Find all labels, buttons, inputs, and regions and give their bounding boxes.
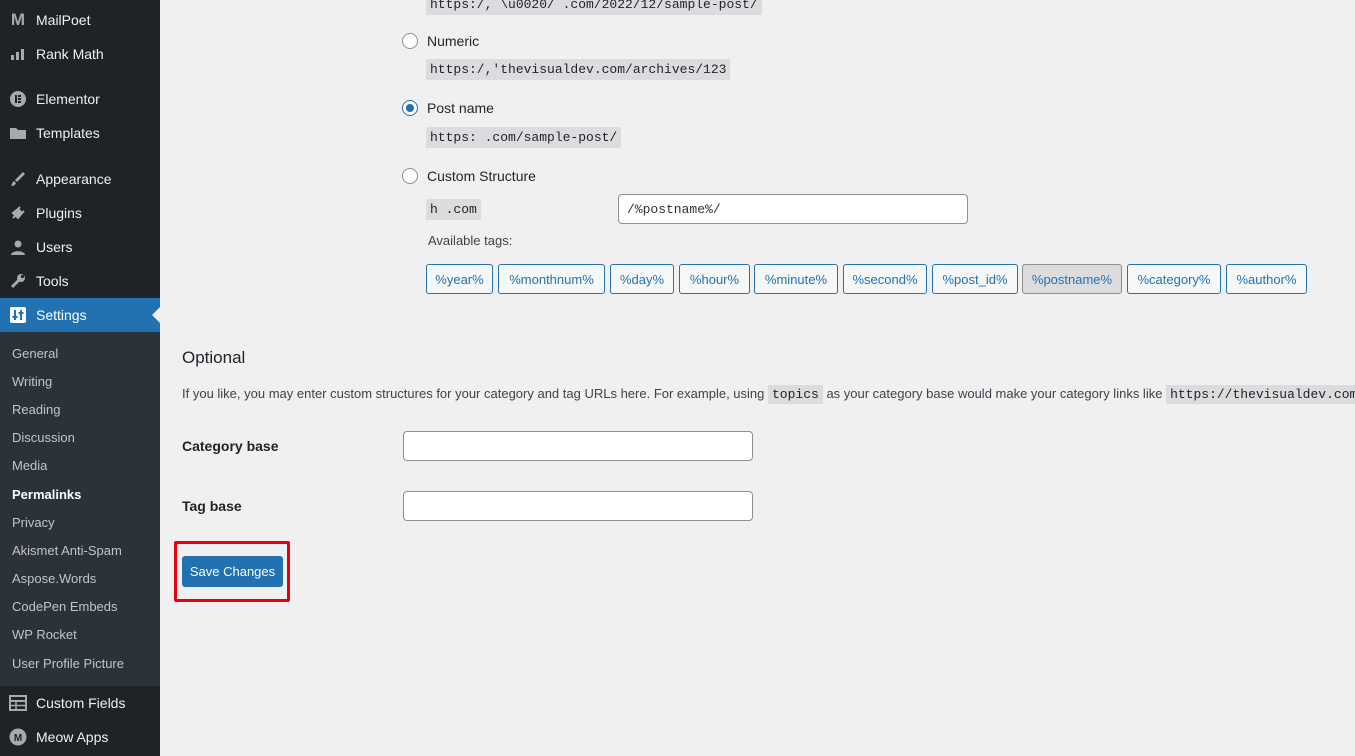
elementor-icon [8,89,28,109]
menu-label: Appearance [36,171,112,187]
folder-icon [8,123,28,143]
menu-label: MailPoet [36,12,91,28]
menu-label: Templates [36,125,100,141]
submenu-item-codepen-embeds[interactable]: CodePen Embeds [12,597,118,617]
menu-item-templates[interactable]: Templates [0,116,160,150]
tag-hour-button[interactable]: %hour% [679,264,750,294]
menu-label: Tools [36,273,69,289]
tag-author-button[interactable]: %author% [1226,264,1307,294]
tag-postname-button[interactable]: %postname% [1022,264,1122,294]
menu-item-mailpoet[interactable]: M MailPoet [0,3,160,37]
main-content [160,0,1355,756]
rank-math-icon [8,44,28,64]
wrench-icon [8,271,28,291]
settings-submenu: General Writing Reading Discussion Media… [0,332,160,686]
table-icon [8,693,28,713]
custom-structure-label: Custom Structure [427,168,536,184]
option-post-name[interactable]: Post name [402,100,494,116]
option-custom-structure[interactable]: Custom Structure [402,168,536,184]
numeric-label: Numeric [427,33,480,49]
menu-label: Elementor [36,91,100,107]
submenu-item-privacy[interactable]: Privacy [12,513,55,533]
tag-year-button[interactable]: %year% [426,264,493,294]
menu-label: Meow Apps [36,729,109,745]
menu-label: Custom Fields [36,695,126,711]
submenu-item-writing[interactable]: Writing [12,372,52,392]
custom-structure-prefix: h .com [426,199,481,220]
option-numeric[interactable]: Numeric [402,33,479,49]
submenu-item-permalinks[interactable]: Permalinks [12,485,81,505]
submenu-item-wp-rocket[interactable]: WP Rocket [12,625,77,645]
admin-sidebar: M MailPoet Rank Math Elementor Templates… [0,0,160,756]
custom-structure-input[interactable] [618,194,968,224]
optional-desc-text: as your category base would make your ca… [826,386,1163,401]
optional-description: If you like, you may enter custom struct… [182,383,1355,405]
optional-heading: Optional [182,348,246,367]
submenu-item-reading[interactable]: Reading [12,400,60,420]
menu-label: Plugins [36,205,82,221]
topics-code: topics [768,385,823,404]
numeric-example: https:/,'thevisualdev.com/archives/123 [426,59,731,80]
tag-base-label: Tag base [182,498,242,514]
submenu-item-akismet[interactable]: Akismet Anti-Spam [12,541,122,561]
category-base-label: Category base [182,438,279,454]
available-tags-label: Available tags: [428,233,513,248]
post-name-example: https: .com/sample-post/ [426,127,622,148]
settings-icon [8,305,28,325]
menu-item-custom-fields[interactable]: Custom Fields [0,686,160,720]
menu-item-rank-math[interactable]: Rank Math [0,37,160,71]
tag-second-button[interactable]: %second% [843,264,927,294]
submenu-item-aspose-words[interactable]: Aspose.Words [12,569,96,589]
category-base-input[interactable] [403,431,753,461]
tag-monthnum-button[interactable]: %monthnum% [498,264,605,294]
post-name-label: Post name [427,100,494,116]
meow-icon: M [8,727,28,747]
numeric-radio[interactable] [402,33,418,49]
paintbrush-icon [8,169,28,189]
menu-item-users[interactable]: Users [0,230,160,264]
tag-post-id-button[interactable]: %post_id% [932,264,1018,294]
mailpoet-icon: M [10,10,26,29]
category-link-example-code: https://thevisualdev.com/topics/uncatego… [1166,385,1355,404]
plug-icon [8,203,28,223]
post-name-radio[interactable] [402,100,418,116]
day-and-name-example: https:/, \u0020/ .com/2022/12/sample-pos… [426,0,762,15]
menu-item-appearance[interactable]: Appearance [0,162,160,196]
menu-label: Settings [36,307,87,323]
menu-item-meow-apps[interactable]: M Meow Apps [0,720,160,754]
menu-label: Users [36,239,73,255]
tag-minute-button[interactable]: %minute% [754,264,838,294]
menu-label: Rank Math [36,46,104,62]
tag-category-button[interactable]: %category% [1127,264,1221,294]
optional-desc-text: If you like, you may enter custom struct… [182,386,765,401]
submenu-item-media[interactable]: Media [12,456,47,476]
submenu-item-user-profile-picture[interactable]: User Profile Picture [12,654,124,674]
menu-item-settings[interactable]: Settings [0,298,160,332]
custom-structure-radio[interactable] [402,168,418,184]
save-changes-button[interactable]: Save Changes [182,556,283,587]
user-icon [8,237,28,257]
tag-day-button[interactable]: %day% [610,264,674,294]
menu-item-tools[interactable]: Tools [0,264,160,298]
submenu-item-discussion[interactable]: Discussion [12,428,75,448]
submenu-item-general[interactable]: General [12,344,58,364]
svg-text:M: M [14,733,22,744]
menu-item-elementor[interactable]: Elementor [0,82,160,116]
menu-item-plugins[interactable]: Plugins [0,196,160,230]
tag-base-input[interactable] [403,491,753,521]
